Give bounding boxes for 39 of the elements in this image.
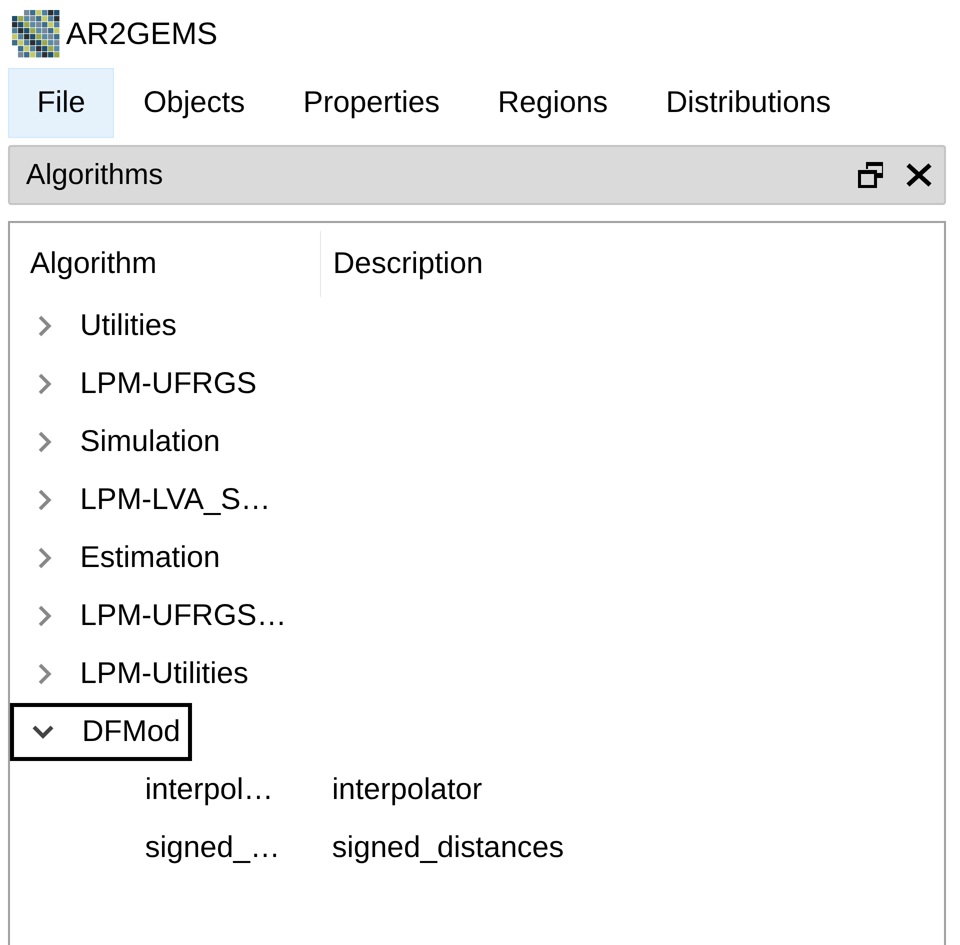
menu-item[interactable]: Regions [468,68,637,138]
tree-item-label: DFMod [82,715,180,749]
window-title: AR2GEMS [66,16,218,52]
tree-item-label: LPM-UFRGS [80,367,257,401]
tree-item-label: Simulation [80,425,220,459]
column-header[interactable]: Description [321,247,484,281]
tree-item[interactable]: Estimation [10,529,232,587]
chevron-right-icon[interactable] [38,489,52,511]
tree-item[interactable]: LPM-UFRGS… [10,587,299,645]
chevron-right-icon[interactable] [38,315,52,337]
float-window-icon[interactable] [856,160,886,190]
tree-item[interactable]: Utilities [10,297,189,355]
description-text: interpolator [331,773,482,807]
tree-item[interactable]: LPM-LVA_S… [10,471,283,529]
menu-item[interactable]: Properties [274,68,469,138]
tree-item-label: Utilities [80,309,177,343]
tree-item-label: LPM-LVA_S… [80,483,271,517]
description-text: signed_distances [331,831,564,865]
tree-item-label: LPM-Utilities [80,657,248,691]
menu-item[interactable]: File [8,68,114,138]
chevron-right-icon[interactable] [38,373,52,395]
app-logo-icon [12,10,60,58]
chevron-right-icon[interactable] [38,663,52,685]
tree-item[interactable]: Simulation [10,413,232,471]
tree-item[interactable]: signed_… [145,831,280,865]
tree-item[interactable]: DFMod [10,703,192,761]
tree-item-label: LPM-UFRGS… [80,599,287,633]
tree-item[interactable]: LPM-Utilities [10,645,260,703]
panel-title: Algorithms [26,158,164,192]
chevron-right-icon[interactable] [38,605,52,627]
tree-item-label: Estimation [80,541,220,575]
chevron-right-icon[interactable] [38,431,52,453]
chevron-right-icon[interactable] [38,547,52,569]
chevron-down-icon[interactable] [32,725,54,739]
column-header[interactable]: Algorithm [10,231,321,297]
menu-item[interactable]: Distributions [636,68,860,138]
tree-item[interactable]: LPM-UFRGS [10,355,269,413]
menu-item[interactable]: Objects [114,68,274,138]
tree-item[interactable]: interpol… [145,773,274,807]
